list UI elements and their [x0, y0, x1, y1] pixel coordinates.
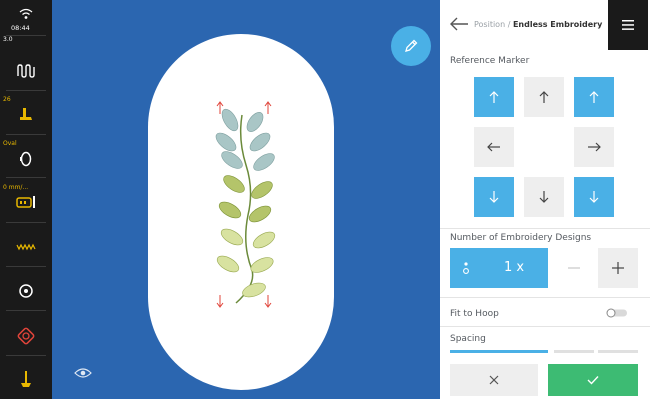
feed-dog-icon[interactable]	[0, 195, 52, 209]
pencil-icon	[405, 39, 418, 52]
eye-icon	[74, 368, 92, 378]
stitch-pattern-icon[interactable]	[0, 243, 52, 251]
marker-bottom-right-button[interactable]	[574, 177, 614, 217]
reference-marker-bottom-left	[216, 295, 224, 308]
confirm-button[interactable]	[548, 364, 638, 396]
breadcrumb: Position / Endless Embroidery	[474, 20, 602, 29]
minus-icon	[568, 267, 580, 269]
checkmark-icon	[587, 376, 599, 385]
divider	[6, 90, 46, 91]
marker-bottom-center-button[interactable]	[524, 177, 564, 217]
arrow-down-icon	[489, 191, 499, 203]
spacing-label: Spacing	[450, 334, 486, 344]
design-count-display[interactable]: 1 x	[450, 248, 548, 288]
marker-top-left-button[interactable]	[474, 77, 514, 117]
marker-bottom-left-button[interactable]	[474, 177, 514, 217]
stitch-icon[interactable]	[0, 64, 52, 78]
marker-middle-left-button[interactable]	[474, 127, 514, 167]
hoop-frame-icon[interactable]	[0, 327, 52, 345]
divider	[6, 355, 46, 356]
divider	[6, 266, 46, 267]
arrow-down-icon	[589, 191, 599, 203]
increase-count-button[interactable]	[598, 248, 638, 288]
arrow-up-icon	[539, 91, 549, 103]
panel-header: Position / Endless Embroidery	[440, 0, 650, 50]
cancel-button[interactable]	[450, 364, 538, 396]
arrow-up-icon	[489, 91, 499, 103]
divider	[6, 222, 46, 223]
decrease-count-button[interactable]	[554, 248, 594, 288]
hoop-name: Oval	[3, 140, 17, 147]
breadcrumb-parent[interactable]: Position /	[474, 20, 510, 29]
arrow-down-icon	[539, 191, 549, 203]
design-count-icon	[463, 262, 469, 274]
design-count-value: 1 x	[504, 260, 525, 275]
wifi-icon	[0, 8, 52, 20]
marker-top-center-button[interactable]	[524, 77, 564, 117]
divider	[440, 228, 650, 229]
reference-marker-bottom-right	[264, 295, 272, 308]
spacing-slider-fill[interactable]	[450, 350, 548, 353]
spacing-slider-track[interactable]	[554, 350, 594, 353]
presser-foot-icon[interactable]	[0, 108, 52, 122]
close-icon	[489, 375, 499, 385]
settings-panel: Position / Endless Embroidery Reference …	[440, 0, 650, 399]
embroidery-design[interactable]	[52, 0, 440, 399]
stitch-length-value: 3.0	[3, 36, 13, 43]
clock-time: 08:44	[11, 24, 30, 32]
arrow-up-icon	[589, 91, 599, 103]
breadcrumb-current: Endless Embroidery	[512, 20, 603, 29]
view-toggle-button[interactable]	[74, 365, 92, 379]
fit-to-hoop-toggle[interactable]	[605, 307, 629, 319]
spacing-slider-track[interactable]	[598, 350, 638, 353]
divider	[6, 310, 46, 311]
fit-to-hoop-label: Fit to Hoop	[450, 309, 499, 319]
menu-button[interactable]	[608, 0, 648, 50]
number-of-designs-label: Number of Embroidery Designs	[450, 233, 592, 243]
divider	[6, 177, 46, 178]
arrow-right-icon	[588, 142, 601, 152]
middle-leaves	[218, 175, 273, 223]
marker-middle-right-button[interactable]	[574, 127, 614, 167]
status-sidebar: 08:44 3.0 26 Oval 0 mm/...	[0, 0, 52, 399]
reference-marker-top-right	[264, 101, 272, 114]
plus-icon	[612, 262, 624, 274]
hamburger-icon	[622, 20, 634, 30]
marker-center-placeholder	[524, 127, 564, 167]
reference-marker-label: Reference Marker	[450, 56, 530, 66]
presser-foot-value: 26	[3, 96, 11, 103]
back-arrow-icon[interactable]	[449, 16, 469, 32]
embroidery-canvas[interactable]	[52, 0, 440, 399]
arrow-left-icon	[487, 142, 500, 152]
bobbin-icon[interactable]	[0, 283, 52, 299]
divider	[440, 326, 650, 327]
marker-top-right-button[interactable]	[574, 77, 614, 117]
divider	[440, 297, 650, 298]
edit-button[interactable]	[391, 26, 431, 66]
oval-hoop-icon[interactable]	[0, 151, 52, 167]
speed-value: 0 mm/...	[3, 184, 29, 191]
divider	[6, 134, 46, 135]
needle-threader-icon[interactable]	[0, 371, 52, 389]
